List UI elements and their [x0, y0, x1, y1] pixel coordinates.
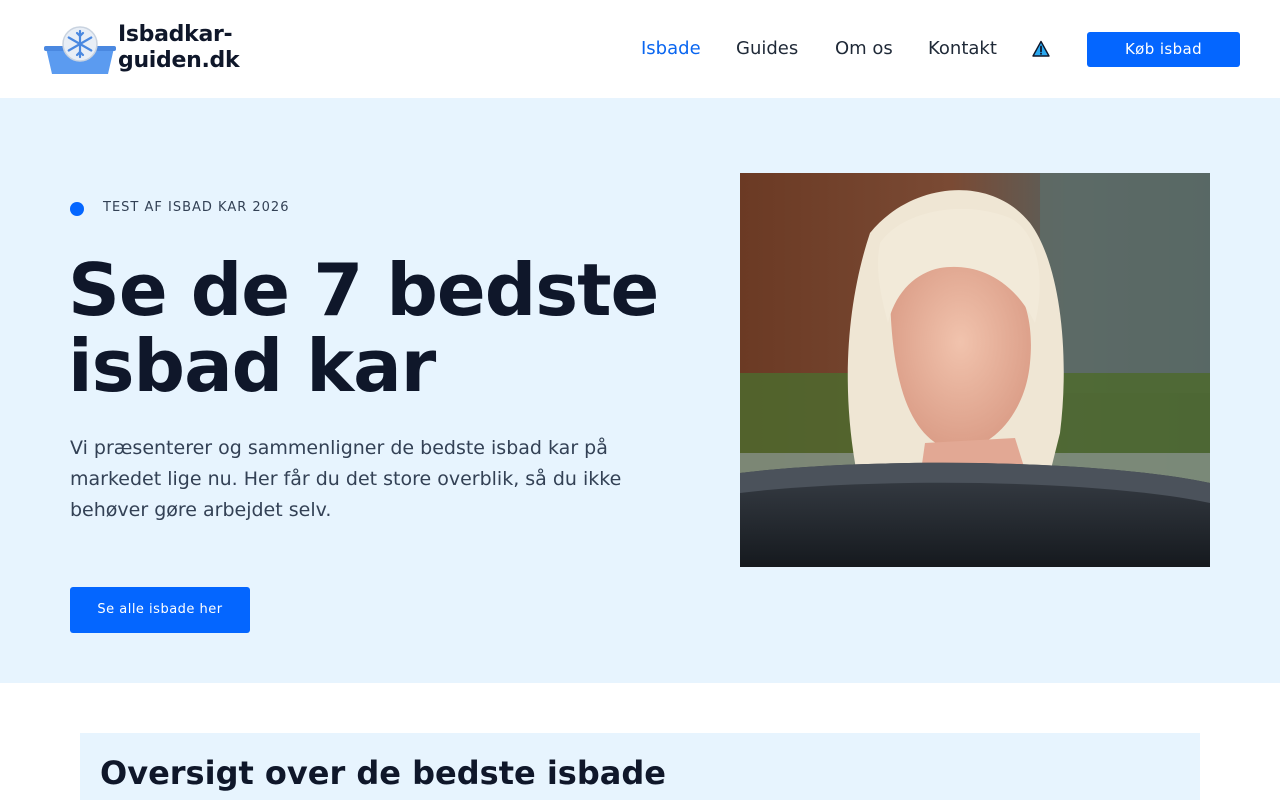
nav-item-kontakt[interactable]: Kontakt — [928, 36, 997, 62]
hero-title: Se de 7 bedste isbad kar — [68, 248, 659, 408]
woman-in-ice-bath-image — [740, 173, 1210, 567]
eyebrow-dot — [70, 202, 84, 216]
overview-section: Oversigt over de bedste isbade — [80, 733, 1200, 800]
nav-item-guides[interactable]: Guides — [736, 36, 798, 62]
site-header: Isbadkar- guiden.dk Isbade Guides Om os … — [0, 0, 1280, 98]
hero-photo — [740, 173, 1210, 567]
overview-title: Oversigt over de bedste isbade — [100, 754, 666, 792]
see-all-ice-baths-button[interactable]: Se alle isbade her — [70, 587, 250, 633]
hero-eyebrow: TEST AF ISBAD KAR 2026 — [103, 200, 290, 215]
nav-item-om-os[interactable]: Om os — [835, 36, 893, 62]
warning-triangle-icon[interactable] — [1032, 40, 1050, 58]
buy-ice-bath-button[interactable]: Køb isbad — [1087, 32, 1240, 67]
hero-description: Vi præsenterer og sammenligner de bedste… — [70, 437, 622, 521]
hero-section: TEST AF ISBAD KAR 2026 Se de 7 bedste is… — [0, 98, 1280, 683]
nav-item-isbade[interactable]: Isbade — [641, 36, 701, 62]
